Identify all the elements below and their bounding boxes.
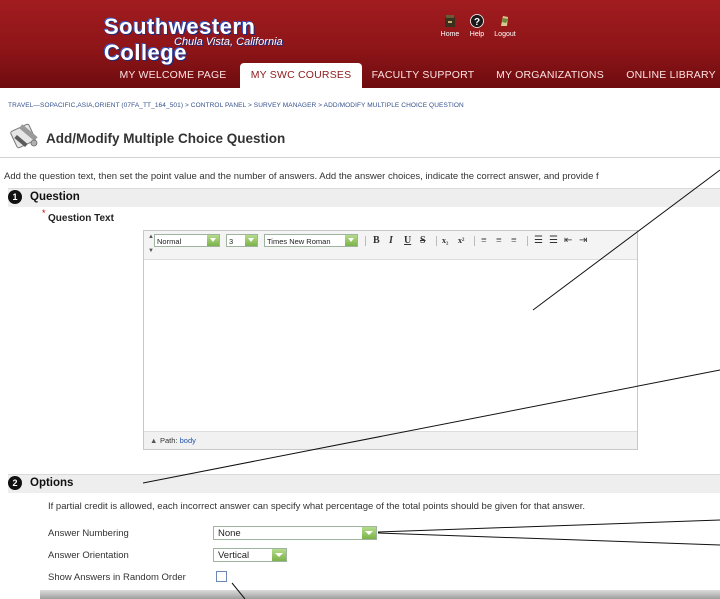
home-link-label: Home — [440, 31, 460, 38]
paragraph-style-value: Normal — [157, 237, 182, 246]
help-link[interactable]: ? Help — [466, 14, 488, 38]
callout-line-numbering — [377, 519, 720, 533]
question-text-label: Question Text — [48, 213, 114, 224]
logout-link-label: Logout — [494, 31, 516, 38]
top-links: Home ? Help Logout — [432, 14, 552, 48]
question-text-area[interactable] — [144, 260, 637, 431]
svg-text:?: ? — [474, 17, 480, 28]
page-instructions: Add the question text, then set the poin… — [4, 171, 599, 182]
question-tools-icon — [10, 123, 38, 149]
strikethrough-button[interactable]: S — [420, 234, 426, 247]
window-bottom-edge — [40, 590, 720, 599]
breadcrumb[interactable]: TRAVEL—SOPACIFIC,ASIA,ORIENT (07FA_TT_16… — [8, 102, 464, 109]
answer-numbering-value: None — [218, 528, 241, 539]
step-number-2: 2 — [8, 476, 22, 490]
path-label: Path: — [160, 436, 178, 445]
tab-faculty-support[interactable]: FACULTY SUPPORT — [362, 63, 484, 88]
help-icon: ? — [470, 14, 484, 28]
required-marker: * — [42, 208, 46, 218]
toolbar-separator — [365, 236, 366, 246]
callout-line-orientation — [377, 532, 720, 546]
path-value-link[interactable]: body — [180, 436, 196, 445]
toolbar-separator — [436, 236, 437, 246]
college-logo[interactable]: Southwestern College Chula Vista, Califo… — [104, 14, 310, 65]
paragraph-style-select[interactable]: Normal — [154, 234, 220, 247]
help-link-label: Help — [469, 31, 485, 38]
page-title: Add/Modify Multiple Choice Question — [46, 131, 286, 146]
logout-link[interactable]: Logout — [488, 14, 522, 38]
step-number-1: 1 — [8, 190, 22, 204]
align-right-button[interactable]: ≡ — [511, 234, 517, 247]
toolbar-separator — [474, 236, 475, 246]
font-family-value: Times New Roman — [267, 237, 331, 246]
question-section-bar — [8, 188, 720, 207]
tab-my-welcome-page[interactable]: MY WELCOME PAGE — [110, 63, 236, 88]
home-icon — [445, 15, 455, 27]
font-size-value: 3 — [229, 237, 234, 246]
answer-numbering-select[interactable]: None — [213, 526, 377, 540]
tab-online-library[interactable]: ONLINE LIBRARY — [616, 63, 720, 88]
tab-my-organizations[interactable]: MY ORGANIZATIONS — [484, 63, 616, 88]
bold-button[interactable]: B — [373, 234, 380, 247]
italic-button[interactable]: I — [389, 234, 393, 247]
answer-numbering-label: Answer Numbering — [48, 528, 129, 539]
random-order-checkbox[interactable] — [216, 571, 227, 582]
toolbar-expand-icon[interactable]: ▼ — [148, 248, 154, 254]
title-divider — [0, 157, 720, 158]
chevron-down-icon — [345, 235, 357, 246]
align-center-button[interactable]: ≡ — [496, 234, 502, 247]
unordered-list-button[interactable]: ☰ — [549, 234, 558, 247]
options-description: If partial credit is allowed, each incor… — [48, 501, 586, 512]
superscript-button[interactable]: x² — [458, 234, 464, 247]
question-text-editor: ▲ ▼ Normal 3 Times New Roman B I U S x₂ … — [143, 230, 638, 450]
editor-path-bar: ▲ Path: body — [144, 431, 637, 449]
site-header: Southwestern College Chula Vista, Califo… — [0, 0, 720, 88]
font-size-select[interactable]: 3 — [226, 234, 258, 247]
answer-orientation-select[interactable]: Vertical — [213, 548, 287, 562]
chevron-down-icon — [362, 527, 376, 539]
home-link[interactable]: Home — [432, 14, 468, 38]
answer-orientation-value: Vertical — [218, 550, 250, 561]
chevron-down-icon — [207, 235, 219, 246]
underline-button[interactable]: U — [404, 234, 411, 247]
tab-my-swc-courses[interactable]: MY SWC COURSES — [240, 63, 362, 88]
font-family-select[interactable]: Times New Roman — [264, 234, 358, 247]
align-left-button[interactable]: ≡ — [481, 234, 487, 247]
chevron-down-icon — [272, 549, 286, 561]
toolbar-separator — [527, 236, 528, 246]
chevron-down-icon — [245, 235, 257, 246]
answer-orientation-label: Answer Orientation — [48, 550, 129, 561]
indent-button[interactable]: ⇥ — [579, 234, 587, 247]
logout-icon — [501, 16, 508, 26]
path-collapse-icon[interactable]: ▲ — [150, 432, 157, 449]
question-section-title: Question — [30, 191, 80, 203]
options-section-bar — [8, 474, 720, 493]
subscript-button[interactable]: x₂ — [442, 234, 448, 247]
options-section-title: Options — [30, 477, 74, 489]
outdent-button[interactable]: ⇤ — [564, 234, 572, 247]
college-location: Chula Vista, California — [174, 36, 283, 48]
editor-toolbar: ▲ ▼ Normal 3 Times New Roman B I U S x₂ … — [144, 231, 637, 260]
ordered-list-button[interactable]: ☰ — [534, 234, 543, 247]
random-order-label: Show Answers in Random Order — [48, 572, 186, 583]
